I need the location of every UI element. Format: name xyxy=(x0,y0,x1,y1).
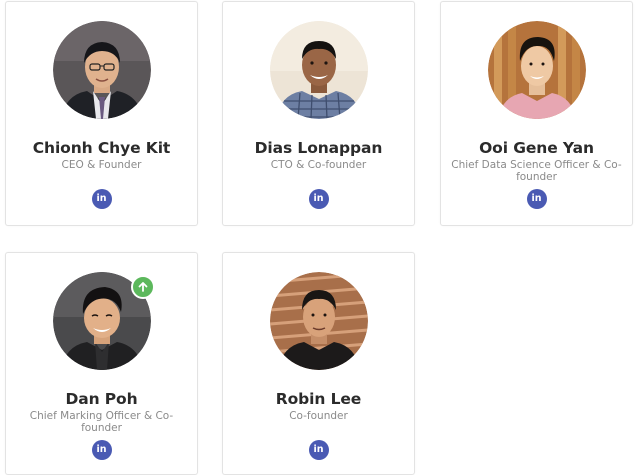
member-name: Robin Lee xyxy=(275,390,362,408)
member-role: Chief Data Science Officer & Co-founder xyxy=(451,159,622,183)
member-role: CTO & Co-founder xyxy=(270,159,367,171)
member-name: Dan Poh xyxy=(65,390,138,408)
avatar xyxy=(52,21,151,119)
avatar xyxy=(269,272,368,370)
member-role: CEO & Founder xyxy=(61,159,142,171)
member-name: Dias Lonappan xyxy=(254,139,383,157)
avatar-wrap xyxy=(487,21,586,119)
member-role: Co-founder xyxy=(289,410,348,422)
member-role: Chief Marking Officer & Co-founder xyxy=(29,410,174,434)
team-card: Robin Lee Co-founder in xyxy=(222,252,415,475)
team-grid: Chionh Chye Kit CEO & Founder in Dias Lo… xyxy=(0,0,640,475)
team-card: Chionh Chye Kit CEO & Founder in xyxy=(5,1,198,226)
linkedin-icon[interactable]: in xyxy=(308,189,329,209)
arrow-up-icon xyxy=(138,282,147,292)
avatar-wrap xyxy=(52,21,151,119)
linkedin-icon[interactable]: in xyxy=(308,440,329,460)
avatar-wrap xyxy=(52,272,155,370)
team-card: Dias Lonappan CTO & Co-founder in xyxy=(222,1,415,226)
team-card: Dan Poh Chief Marking Officer & Co-found… xyxy=(5,252,198,475)
avatar xyxy=(487,21,586,119)
avatar xyxy=(269,21,368,119)
member-name: Chionh Chye Kit xyxy=(32,139,171,157)
linkedin-icon[interactable]: in xyxy=(91,189,112,209)
member-name: Ooi Gene Yan xyxy=(479,139,594,157)
avatar-wrap xyxy=(269,272,368,370)
scroll-top-button[interactable] xyxy=(130,275,155,299)
avatar-wrap xyxy=(269,21,368,119)
linkedin-icon[interactable]: in xyxy=(526,189,547,209)
linkedin-icon[interactable]: in xyxy=(91,440,112,460)
team-card: Ooi Gene Yan Chief Data Science Officer … xyxy=(440,1,633,226)
